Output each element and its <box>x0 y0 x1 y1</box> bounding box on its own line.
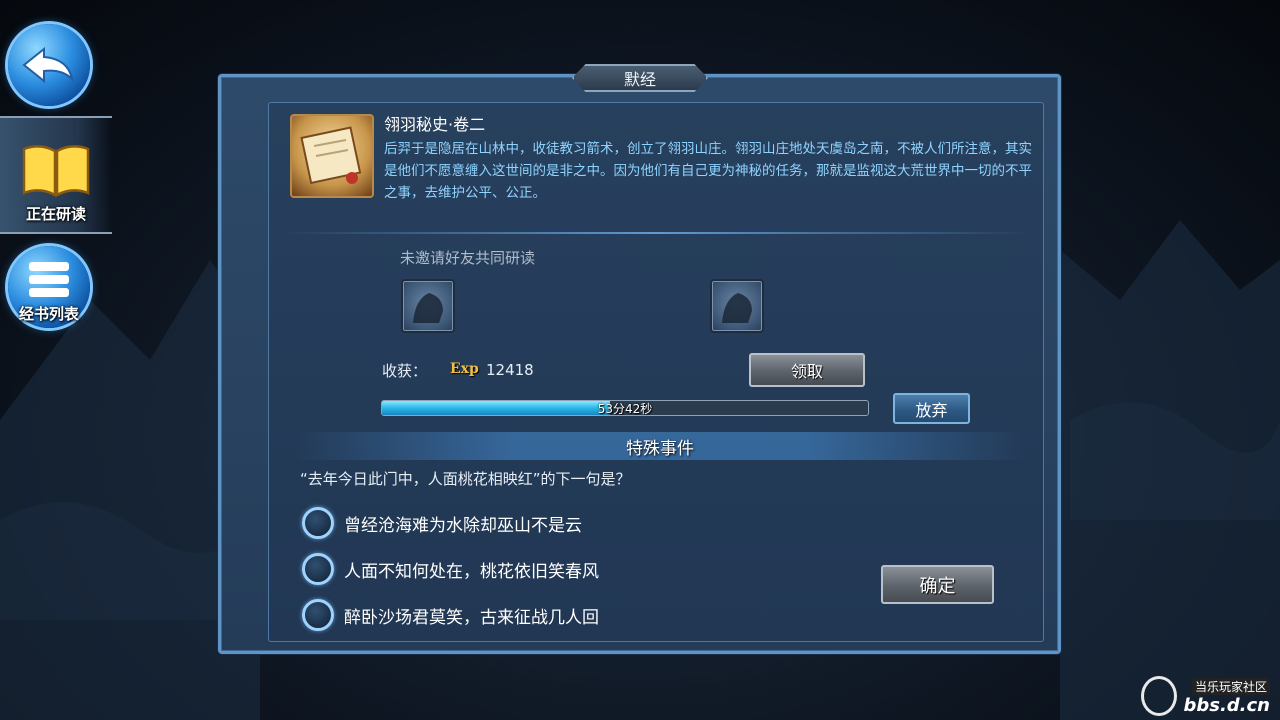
answer-option-3[interactable]: 醉卧沙场君莫笑，古来征战几人回 <box>302 598 599 632</box>
reward-label: 收获： <box>382 362 428 380</box>
list-icon <box>29 262 69 297</box>
book-list-button[interactable]: 经书列表 <box>8 246 90 328</box>
watermark-logo-icon <box>1141 676 1178 716</box>
open-book-icon <box>22 145 90 198</box>
progress-time: 53分42秒 <box>597 401 653 416</box>
answer-option-1[interactable]: 曾经沧海难为水除却巫山不是云 <box>302 506 582 540</box>
abandon-button[interactable]: 放弃 <box>893 393 970 424</box>
tab-reading[interactable]: 正在研读 <box>0 116 112 234</box>
back-button[interactable] <box>8 24 90 106</box>
answer-option-text: 醉卧沙场君莫笑，古来征战几人回 <box>344 607 599 628</box>
event-question: “去年今日此门中，人面桃花相映红”的下一句是？ <box>300 470 631 488</box>
invite-status: 未邀请好友共同研读 <box>400 249 536 267</box>
scroll-icon <box>290 114 374 198</box>
radio-button[interactable] <box>302 599 334 631</box>
confirm-button[interactable]: 确定 <box>881 565 994 604</box>
exp-value: 12418 <box>486 361 534 379</box>
tab-reading-label: 正在研读 <box>25 205 86 223</box>
radio-button[interactable] <box>302 553 334 585</box>
claim-button[interactable]: 领取 <box>749 353 865 387</box>
empty-avatar-icon <box>722 293 752 323</box>
watermark-bottom-text: bbs.d.cn <box>1183 695 1270 716</box>
friend-slot-2[interactable] <box>710 279 764 333</box>
watermark-top-text: 当乐玩家社区 <box>1191 678 1270 695</box>
event-title: 特殊事件 <box>626 438 694 459</box>
answer-option-2[interactable]: 人面不知何处在，桃花依旧笑春风 <box>302 552 599 586</box>
answer-option-text: 人面不知何处在，桃花依旧笑春风 <box>344 561 599 582</box>
reading-progress-bar: 53分42秒 <box>381 400 869 416</box>
answer-option-text: 曾经沧海难为水除却巫山不是云 <box>344 515 582 536</box>
book-title: 翎羽秘史·卷二 <box>384 115 486 134</box>
event-header: 特殊事件 <box>296 432 1024 460</box>
panel-title: 默经 <box>572 64 708 92</box>
back-arrow-icon <box>22 46 74 84</box>
book-list-label: 经书列表 <box>18 305 79 323</box>
friend-slot-1[interactable] <box>401 279 455 333</box>
book-description: 后羿于是隐居在山林中，收徒教习箭术，创立了翎羽山庄。翎羽山庄地处天虞岛之南，不被… <box>384 141 1032 201</box>
exp-tag: Exp <box>450 361 479 377</box>
watermark: 当乐玩家社区 bbs.d.cn <box>1141 676 1270 716</box>
radio-button[interactable] <box>302 507 334 539</box>
divider <box>282 232 1032 234</box>
empty-avatar-icon <box>413 293 443 323</box>
